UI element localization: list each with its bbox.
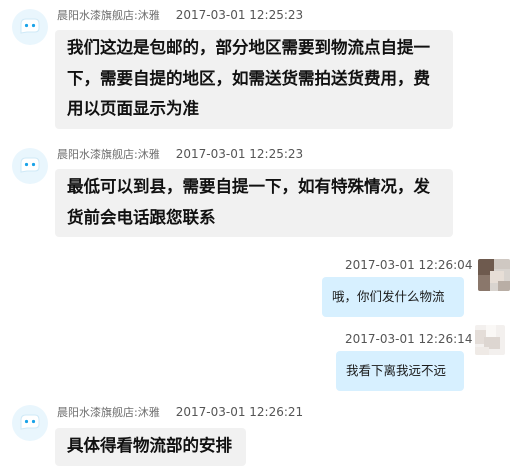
message-meta: 晨阳水漆旗舰店:沐雅 2017-03-01 12:25:23 [57, 145, 303, 163]
message-meta: 晨阳水漆旗舰店:沐雅 2017-03-01 12:26:21 [57, 403, 303, 421]
user-avatar-icon[interactable] [478, 259, 510, 291]
message-text: 具体得看物流部的安排 [67, 436, 232, 455]
seller-message-bubble: 最低可以到县，需要自提一下，如有特殊情况，发货前会电话跟您联系 [55, 169, 453, 237]
message-timestamp: 2017-03-01 12:26:04 [345, 258, 473, 272]
message-text: 我们这边是包邮的，部分地区需要到物流点自提一下，需要自提的地区，如需送货需拍送货… [67, 38, 430, 118]
message-meta: 2017-03-01 12:26:14 [345, 330, 472, 348]
message-timestamp: 2017-03-01 12:25:23 [175, 147, 304, 161]
seller-avatar-icon[interactable] [12, 148, 48, 184]
message-text: 哦，你们发什么物流 [332, 289, 445, 304]
message-meta: 晨阳水漆旗舰店:沐雅 2017-03-01 12:25:23 [57, 6, 303, 24]
sender-name: 晨阳水漆旗舰店:沐雅 [57, 148, 160, 161]
message-timestamp: 2017-03-01 12:26:21 [175, 405, 304, 419]
seller-message-bubble: 我们这边是包邮的，部分地区需要到物流点自提一下，需要自提的地区，如需送货需拍送货… [55, 30, 453, 129]
seller-message-bubble: 具体得看物流部的安排 [55, 428, 246, 466]
seller-avatar-icon[interactable] [12, 9, 48, 45]
message-timestamp: 2017-03-01 12:25:23 [175, 8, 304, 22]
message-text: 最低可以到县，需要自提一下，如有特殊情况，发货前会电话跟您联系 [67, 177, 430, 227]
chat-history: 晨阳水漆旗舰店:沐雅 2017-03-01 12:25:23 我们这边是包邮的，部… [0, 0, 514, 475]
message-meta: 2017-03-01 12:26:04 [345, 256, 472, 274]
seller-avatar-icon[interactable] [12, 405, 48, 441]
sender-name: 晨阳水漆旗舰店:沐雅 [57, 406, 160, 419]
message-timestamp: 2017-03-01 12:26:14 [345, 332, 473, 346]
user-message-bubble: 我看下离我远不远 [336, 351, 464, 391]
user-avatar-icon[interactable] [475, 325, 505, 355]
user-message-bubble: 哦，你们发什么物流 [322, 277, 464, 317]
sender-name: 晨阳水漆旗舰店:沐雅 [57, 9, 160, 22]
message-text: 我看下离我远不远 [346, 363, 447, 378]
